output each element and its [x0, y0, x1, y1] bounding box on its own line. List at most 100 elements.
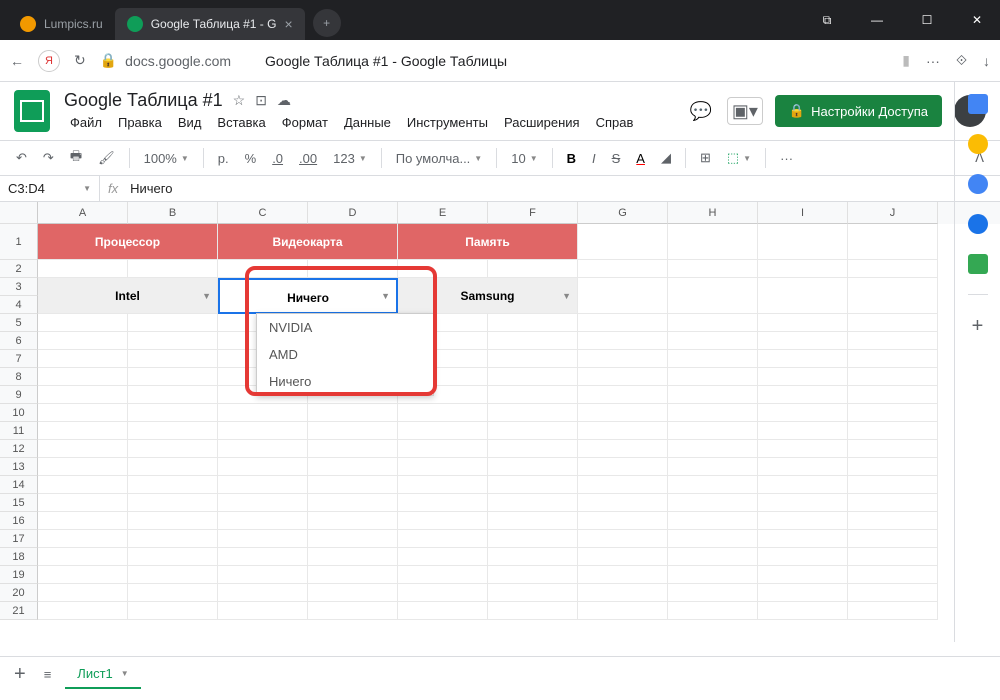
col-header[interactable]: E	[398, 202, 488, 224]
row-header[interactable]: 2	[0, 260, 38, 278]
maps-icon[interactable]	[968, 254, 988, 274]
font-size-select[interactable]: 10▼	[505, 147, 543, 170]
row-header[interactable]: 19	[0, 566, 38, 584]
fill-color-button[interactable]: ◢	[655, 146, 677, 170]
row-header[interactable]: 8	[0, 368, 38, 386]
col-header[interactable]: G	[578, 202, 668, 224]
bold-button[interactable]: B	[561, 147, 582, 170]
row-header[interactable]: 20	[0, 584, 38, 602]
add-addon-button[interactable]: +	[972, 315, 984, 338]
yandex-button[interactable]: Я	[38, 50, 60, 72]
zoom-select[interactable]: 100%▼	[138, 147, 195, 170]
increase-decimal-button[interactable]: .00	[293, 147, 323, 170]
minimize-button[interactable]: —	[862, 13, 892, 28]
col-header[interactable]: F	[488, 202, 578, 224]
col-header[interactable]: I	[758, 202, 848, 224]
cloud-icon[interactable]: ☁	[277, 92, 291, 109]
toolbar-more-button[interactable]: ···	[774, 147, 799, 170]
all-sheets-button[interactable]: ≡	[40, 663, 56, 686]
row-header[interactable]: 3	[0, 278, 38, 296]
menu-data[interactable]: Данные	[338, 113, 397, 132]
close-icon[interactable]: ×	[284, 16, 292, 32]
row-header[interactable]: 4	[0, 296, 38, 314]
menu-tools[interactable]: Инструменты	[401, 113, 494, 132]
font-select[interactable]: По умолча...▼	[390, 147, 488, 170]
star-icon[interactable]: ☆	[233, 92, 246, 109]
number-format-button[interactable]: 123▼	[327, 147, 373, 170]
row-header[interactable]: 13	[0, 458, 38, 476]
merge-button[interactable]: ⬚▼	[721, 146, 757, 170]
italic-button[interactable]: I	[586, 147, 602, 170]
row-header[interactable]: 18	[0, 548, 38, 566]
menu-extensions[interactable]: Расширения	[498, 113, 586, 132]
print-button[interactable]: 🖶	[64, 143, 88, 173]
row-header[interactable]: 9	[0, 386, 38, 404]
row-header[interactable]: 12	[0, 440, 38, 458]
paint-format-button[interactable]: 🖌	[92, 146, 121, 170]
browser-tab-active[interactable]: Google Таблица #1 - G ×	[115, 8, 305, 40]
row-header[interactable]: 15	[0, 494, 38, 512]
row-header[interactable]: 10	[0, 404, 38, 422]
col-header[interactable]: H	[668, 202, 758, 224]
row-header[interactable]: 16	[0, 512, 38, 530]
row-header[interactable]: 7	[0, 350, 38, 368]
add-sheet-button[interactable]: +	[10, 659, 30, 690]
dv-cell-gpu-selected[interactable]: Ничего▼	[218, 278, 398, 314]
strikethrough-button[interactable]: S	[606, 147, 627, 170]
sheets-logo-icon[interactable]	[14, 90, 50, 132]
keep-icon[interactable]	[968, 134, 988, 154]
new-tab-button[interactable]: +	[313, 9, 341, 37]
contacts-icon[interactable]	[968, 214, 988, 234]
dropdown-option-nvidia[interactable]: NVIDIA	[257, 314, 433, 341]
dv-cell-samsung[interactable]: Samsung▼	[398, 278, 578, 314]
menu-file[interactable]: Файл	[64, 113, 108, 132]
row-header[interactable]: 17	[0, 530, 38, 548]
row-header[interactable]: 21	[0, 602, 38, 620]
col-header[interactable]: B	[128, 202, 218, 224]
redo-button[interactable]: ↷	[37, 146, 60, 170]
col-header[interactable]: D	[308, 202, 398, 224]
header-cell-memory[interactable]: Память	[398, 224, 578, 260]
row-header[interactable]: 5	[0, 314, 38, 332]
col-header[interactable]: J	[848, 202, 938, 224]
close-button[interactable]: ✕	[962, 13, 992, 28]
row-header[interactable]: 14	[0, 476, 38, 494]
present-icon[interactable]: ▣▾	[727, 97, 763, 125]
calendar-icon[interactable]	[968, 94, 988, 114]
bookmark-icon[interactable]: ▮	[902, 52, 910, 69]
downloads-icon[interactable]: ↓	[983, 53, 990, 69]
move-icon[interactable]: ⊡	[255, 92, 267, 109]
col-header[interactable]: A	[38, 202, 128, 224]
dropdown-option-amd[interactable]: AMD	[257, 341, 433, 368]
text-color-button[interactable]: A	[630, 147, 651, 170]
borders-button[interactable]: ⊞	[694, 146, 717, 170]
document-title[interactable]: Google Таблица #1	[64, 90, 223, 111]
collections-icon[interactable]: ⧉	[812, 13, 842, 28]
browser-tab-inactive[interactable]: Lumpics.ru	[8, 8, 115, 40]
decrease-decimal-button[interactable]: .0	[266, 147, 289, 170]
formula-input[interactable]: Ничего	[126, 181, 176, 196]
dv-cell-intel[interactable]: Intel▼	[38, 278, 218, 314]
currency-button[interactable]: р.	[212, 147, 235, 170]
percent-button[interactable]: %	[239, 147, 263, 170]
sheet-tab[interactable]: Лист1▼	[65, 660, 140, 689]
spreadsheet-grid[interactable]: 1 2 3 4 5 6 7 8 9 10 11 12 13 14 15 16 1…	[0, 202, 1000, 652]
comments-icon[interactable]: 💬	[687, 97, 715, 125]
dropdown-option-nothing[interactable]: Ничего	[257, 368, 433, 395]
row-header[interactable]: 1	[0, 224, 38, 260]
menu-help[interactable]: Справ	[590, 113, 640, 132]
col-header[interactable]: C	[218, 202, 308, 224]
menu-insert[interactable]: Вставка	[211, 113, 271, 132]
header-cell-processor[interactable]: Процессор	[38, 224, 218, 260]
select-all-corner[interactable]	[0, 202, 38, 224]
undo-button[interactable]: ↶	[10, 146, 33, 170]
extensions-icon[interactable]: ⟐	[956, 52, 967, 69]
row-header[interactable]: 11	[0, 422, 38, 440]
maximize-button[interactable]: ☐	[912, 13, 942, 28]
url-display[interactable]: 🔒 docs.google.com	[100, 52, 231, 69]
row-header[interactable]: 6	[0, 332, 38, 350]
menu-edit[interactable]: Правка	[112, 113, 168, 132]
more-icon[interactable]: ···	[926, 53, 940, 69]
menu-format[interactable]: Формат	[276, 113, 334, 132]
header-cell-gpu[interactable]: Видеокарта	[218, 224, 398, 260]
